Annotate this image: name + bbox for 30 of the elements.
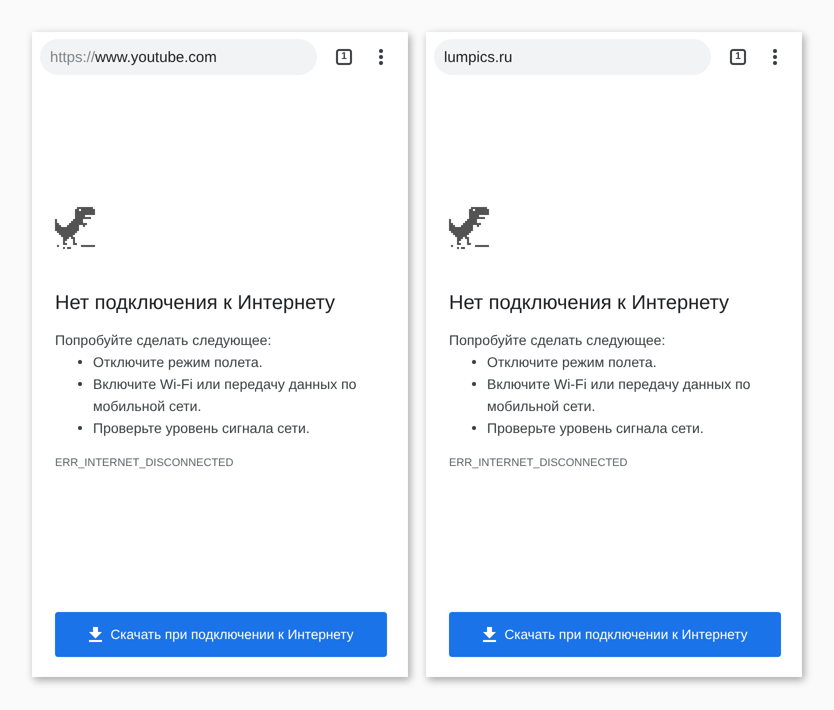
download-icon: [482, 627, 496, 642]
error-code: ERR_INTERNET_DISCONNECTED: [449, 456, 628, 471]
bullet-icon: [78, 426, 82, 430]
download-button[interactable]: Скачать при подключении к Интернету: [55, 612, 387, 657]
error-title: Нет подключения к Интернету: [449, 291, 730, 315]
suggestion-text: Отключите режим полета.: [93, 353, 263, 372]
dinosaur-icon: [449, 207, 489, 249]
more-options-icon[interactable]: [379, 49, 383, 65]
bullet-icon: [78, 382, 82, 386]
bullet-icon: [472, 426, 476, 430]
suggestion-text: Включите Wi-Fi или передачу данных по мобильной сети.: [487, 375, 752, 416]
bullet-icon: [472, 360, 476, 364]
address-bar[interactable]: https://www.youtube.com: [40, 39, 317, 75]
dinosaur-icon: [55, 207, 95, 249]
suggestion-text: Отключите режим полета.: [487, 353, 657, 372]
error-intro: Попробуйте сделать следующее:: [449, 331, 666, 350]
error-code: ERR_INTERNET_DISCONNECTED: [55, 456, 234, 471]
download-icon: [88, 627, 102, 642]
download-button[interactable]: Скачать при подключении к Интернету: [449, 612, 781, 657]
bullet-icon: [78, 360, 82, 364]
suggestion-text: Проверьте уровень сигнала сети.: [93, 419, 310, 438]
error-intro: Попробуйте сделать следующее:: [55, 331, 272, 350]
bullet-icon: [472, 382, 476, 386]
suggestion-text: Проверьте уровень сигнала сети.: [487, 419, 704, 438]
tab-switcher-button[interactable]: 1: [730, 49, 746, 65]
suggestion-text: Включите Wi-Fi или передачу данных по мобильной сети.: [93, 375, 358, 416]
address-bar[interactable]: lumpics.ru: [434, 39, 711, 75]
error-title: Нет подключения к Интернету: [55, 291, 336, 315]
tab-switcher-button[interactable]: 1: [336, 49, 352, 65]
more-options-icon[interactable]: [773, 49, 777, 65]
